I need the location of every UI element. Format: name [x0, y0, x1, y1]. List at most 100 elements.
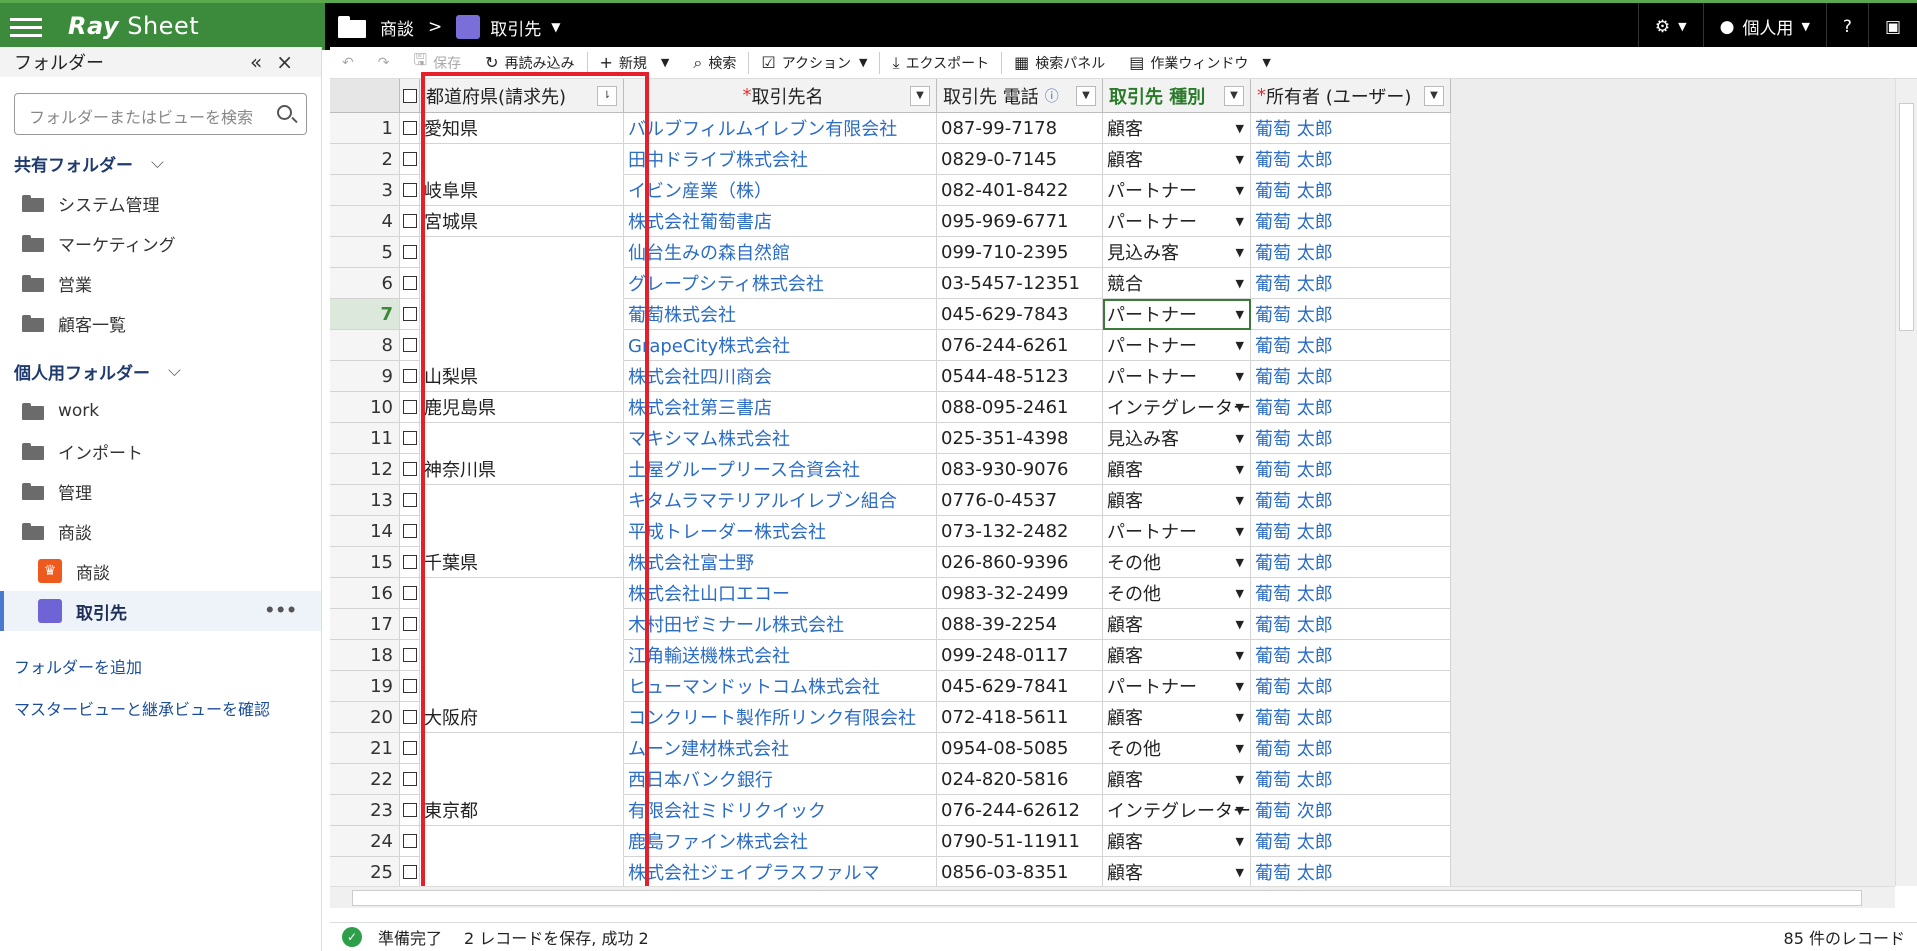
cell-phone[interactable]: 024-820-5816: [937, 764, 1103, 795]
cell-phone[interactable]: 0856-03-8351: [937, 857, 1103, 888]
cell-account-name[interactable]: イビン産業（株）: [624, 175, 937, 206]
dropdown-arrow-icon[interactable]: ▼: [1236, 494, 1244, 507]
redo-button[interactable]: ↷: [366, 47, 402, 79]
corner-cell[interactable]: [330, 79, 400, 113]
collapse-close-icons[interactable]: «×: [250, 50, 307, 74]
checkbox[interactable]: [403, 245, 417, 259]
reload-button[interactable]: ↻ 再読み込み: [473, 47, 586, 79]
row-checkbox[interactable]: [400, 671, 420, 702]
checkbox[interactable]: [403, 803, 417, 817]
cell-prefecture[interactable]: [420, 857, 624, 888]
row-checkbox[interactable]: [400, 702, 420, 733]
row-checkbox[interactable]: [400, 826, 420, 857]
table-row[interactable]: 7 葡萄株式会社 045-629-7843 パートナー ▼ 葡萄 太郎: [330, 299, 1451, 330]
checkbox[interactable]: [403, 400, 417, 414]
cell-type[interactable]: その他 ▼: [1103, 578, 1251, 609]
dropdown-arrow-icon[interactable]: ▼: [1236, 649, 1244, 662]
dropdown-arrow-icon[interactable]: ▼: [1236, 742, 1244, 755]
cell-owner[interactable]: 葡萄 太郎: [1251, 609, 1451, 640]
master-view-link[interactable]: マスタービューと継承ビューを確認: [0, 687, 321, 729]
dropdown-arrow-icon[interactable]: ▼: [1236, 339, 1244, 352]
cell-phone[interactable]: 0954-08-5085: [937, 733, 1103, 764]
cell-owner[interactable]: 葡萄 太郎: [1251, 299, 1451, 330]
cell-type[interactable]: 顧客 ▼: [1103, 485, 1251, 516]
row-checkbox[interactable]: [400, 206, 420, 237]
checkbox[interactable]: [403, 183, 417, 197]
table-row[interactable]: 25 株式会社ジェイプラスファルマ 0856-03-8351 顧客 ▼ 葡萄 太郎: [330, 857, 1451, 888]
cell-phone[interactable]: 088-39-2254: [937, 609, 1103, 640]
cell-prefecture[interactable]: 鹿児島県: [420, 392, 624, 423]
table-row[interactable]: 23 東京都 有限会社ミドリクイック 076-244-62612 インテグレーター ▼ 葡萄…: [330, 795, 1451, 826]
cell-prefecture[interactable]: [420, 268, 624, 299]
cell-account-name[interactable]: 株式会社ジェイプラスファルマ: [624, 857, 937, 888]
cell-phone[interactable]: 045-629-7843: [937, 299, 1103, 330]
cell-account-name[interactable]: 葡萄株式会社: [624, 299, 937, 330]
horizontal-scrollbar[interactable]: [330, 886, 1895, 908]
cell-phone[interactable]: 0776-0-4537: [937, 485, 1103, 516]
vertical-scrollbar[interactable]: [1895, 79, 1917, 886]
cell-prefecture[interactable]: [420, 516, 624, 547]
select-all-checkbox[interactable]: [400, 79, 420, 113]
table-row[interactable]: 10 鹿児島県 株式会社第三書店 088-095-2461 インテグレーター ▼ 葡萄 太郎: [330, 392, 1451, 423]
sidebar-item-accounts-view[interactable]: 取引先 •••: [0, 591, 321, 631]
dropdown-arrow-icon[interactable]: ▼: [1236, 587, 1244, 600]
work-window-button[interactable]: ▤ 作業ウィンドウ ▼: [1117, 47, 1283, 79]
cell-prefecture[interactable]: 山梨県: [420, 361, 624, 392]
cell-owner[interactable]: 葡萄 太郎: [1251, 640, 1451, 671]
cell-phone[interactable]: 088-095-2461: [937, 392, 1103, 423]
cell-account-name[interactable]: 江角輸送機株式会社: [624, 640, 937, 671]
cell-prefecture[interactable]: [420, 237, 624, 268]
cell-type[interactable]: 見込み客 ▼: [1103, 423, 1251, 454]
settings-button[interactable]: ⚙ ▼: [1637, 3, 1703, 50]
cell-phone[interactable]: 087-99-7178: [937, 113, 1103, 144]
cell-prefecture[interactable]: [420, 640, 624, 671]
cell-account-name[interactable]: グレープシティ株式会社: [624, 268, 937, 299]
col-header-phone[interactable]: 取引先 電話 ⓘ ▼: [937, 79, 1103, 113]
user-menu-button[interactable]: ● 個人用 ▼: [1702, 3, 1826, 50]
cell-account-name[interactable]: GrapeCity株式会社: [624, 330, 937, 361]
checkbox[interactable]: [403, 276, 417, 290]
cell-prefecture[interactable]: 宮城県: [420, 206, 624, 237]
cell-owner[interactable]: 葡萄 太郎: [1251, 423, 1451, 454]
cell-owner[interactable]: 葡萄 太郎: [1251, 330, 1451, 361]
dropdown-arrow-icon[interactable]: ▼: [1236, 215, 1244, 228]
cell-prefecture[interactable]: [420, 423, 624, 454]
sidebar-item-manage[interactable]: 管理: [0, 471, 321, 511]
sidebar-item-customers[interactable]: 顧客一覧: [0, 303, 321, 343]
save-button[interactable]: 🖫 保存: [401, 47, 473, 79]
shared-folder-header[interactable]: 共有フォルダー ⌵: [0, 143, 321, 183]
cell-owner[interactable]: 葡萄 太郎: [1251, 206, 1451, 237]
sidebar-item-deals-folder[interactable]: 商談: [0, 511, 321, 551]
table-row[interactable]: 18 江角輸送機株式会社 099-248-0117 顧客 ▼ 葡萄 太郎: [330, 640, 1451, 671]
cell-type[interactable]: パートナー ▼: [1103, 330, 1251, 361]
sidebar-item-work[interactable]: work: [0, 391, 321, 431]
cell-owner[interactable]: 葡萄 太郎: [1251, 733, 1451, 764]
dropdown-arrow-icon[interactable]: ▼: [1236, 122, 1244, 135]
cell-owner[interactable]: 葡萄 太郎: [1251, 516, 1451, 547]
cell-owner[interactable]: 葡萄 太郎: [1251, 702, 1451, 733]
dropdown-arrow-icon[interactable]: ▼: [1236, 308, 1244, 321]
folder-search-input[interactable]: フォルダーまたはビューを検索: [14, 93, 307, 135]
filter-icon[interactable]: ▼: [1424, 86, 1444, 106]
checkbox[interactable]: [403, 648, 417, 662]
cell-type[interactable]: その他 ▼: [1103, 733, 1251, 764]
dropdown-arrow-icon[interactable]: ▼: [1236, 184, 1244, 197]
cell-owner[interactable]: 葡萄 太郎: [1251, 361, 1451, 392]
cell-phone[interactable]: 0790-51-11911: [937, 826, 1103, 857]
cell-account-name[interactable]: 土屋グループリース合資会社: [624, 454, 937, 485]
cell-type[interactable]: 顧客 ▼: [1103, 144, 1251, 175]
checkbox[interactable]: [403, 431, 417, 445]
cell-prefecture[interactable]: [420, 144, 624, 175]
table-row[interactable]: 1 愛知県 バルブフィルムイレブン有限会社 087-99-7178 顧客 ▼ 葡萄 太郎: [330, 113, 1451, 144]
cell-type[interactable]: 顧客 ▼: [1103, 764, 1251, 795]
export-button[interactable]: ⤓ エクスポート: [880, 47, 1001, 79]
search-panel-button[interactable]: ▦ 検索パネル: [1002, 47, 1117, 79]
dropdown-arrow-icon[interactable]: ▼: [1236, 432, 1244, 445]
checkbox[interactable]: [403, 555, 417, 569]
cell-prefecture[interactable]: [420, 671, 624, 702]
window-button[interactable]: ▣: [1867, 3, 1917, 50]
dropdown-arrow-icon[interactable]: ▼: [1236, 866, 1244, 879]
table-row[interactable]: 22 西日本バンク銀行 024-820-5816 顧客 ▼ 葡萄 太郎: [330, 764, 1451, 795]
cell-phone[interactable]: 076-244-6261: [937, 330, 1103, 361]
cell-phone[interactable]: 076-244-62612: [937, 795, 1103, 826]
